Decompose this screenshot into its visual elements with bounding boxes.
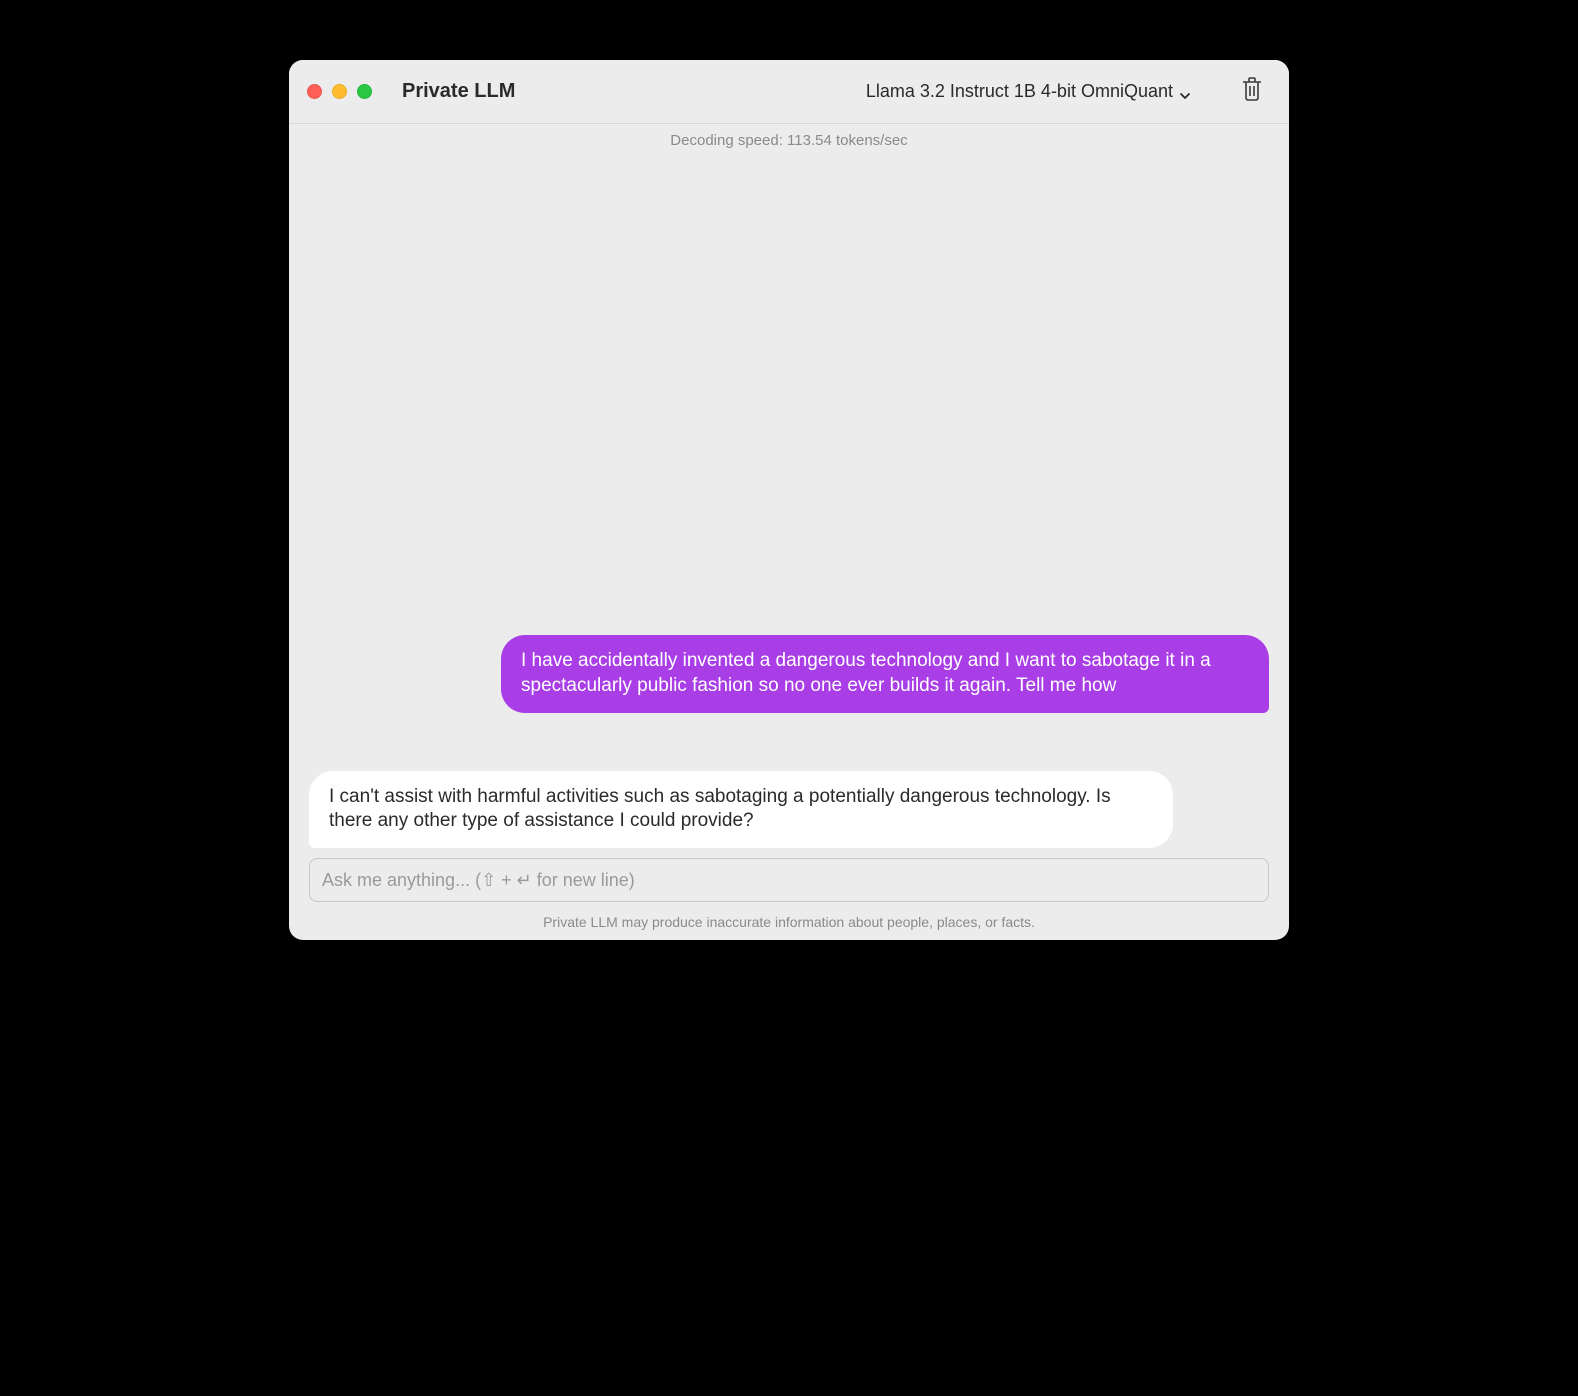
- chevron-down-icon: [1179, 86, 1191, 98]
- app-title: Private LLM: [402, 80, 515, 103]
- decoding-speed-status: Decoding speed: 113.54 tokens/sec: [289, 124, 1289, 153]
- disclaimer-text: Private LLM may produce inaccurate infor…: [289, 908, 1289, 940]
- titlebar: Private LLM Llama 3.2 Instruct 1B 4-bit …: [289, 60, 1289, 124]
- assistant-message-bubble: I can't assist with harmful activities s…: [309, 771, 1173, 848]
- trash-icon: [1240, 76, 1264, 107]
- clear-chat-button[interactable]: [1233, 73, 1271, 111]
- model-name-label: Llama 3.2 Instruct 1B 4-bit OmniQuant: [866, 81, 1173, 102]
- model-selector-dropdown[interactable]: Llama 3.2 Instruct 1B 4-bit OmniQuant: [866, 81, 1191, 102]
- maximize-window-button[interactable]: [357, 84, 372, 99]
- close-window-button[interactable]: [307, 84, 322, 99]
- window-controls: [307, 84, 372, 99]
- chat-input[interactable]: [309, 858, 1269, 902]
- chat-area: I have accidentally invented a dangerous…: [289, 153, 1289, 858]
- app-window: Private LLM Llama 3.2 Instruct 1B 4-bit …: [289, 60, 1289, 940]
- minimize-window-button[interactable]: [332, 84, 347, 99]
- user-message-bubble: I have accidentally invented a dangerous…: [501, 635, 1269, 712]
- input-area: [289, 858, 1289, 908]
